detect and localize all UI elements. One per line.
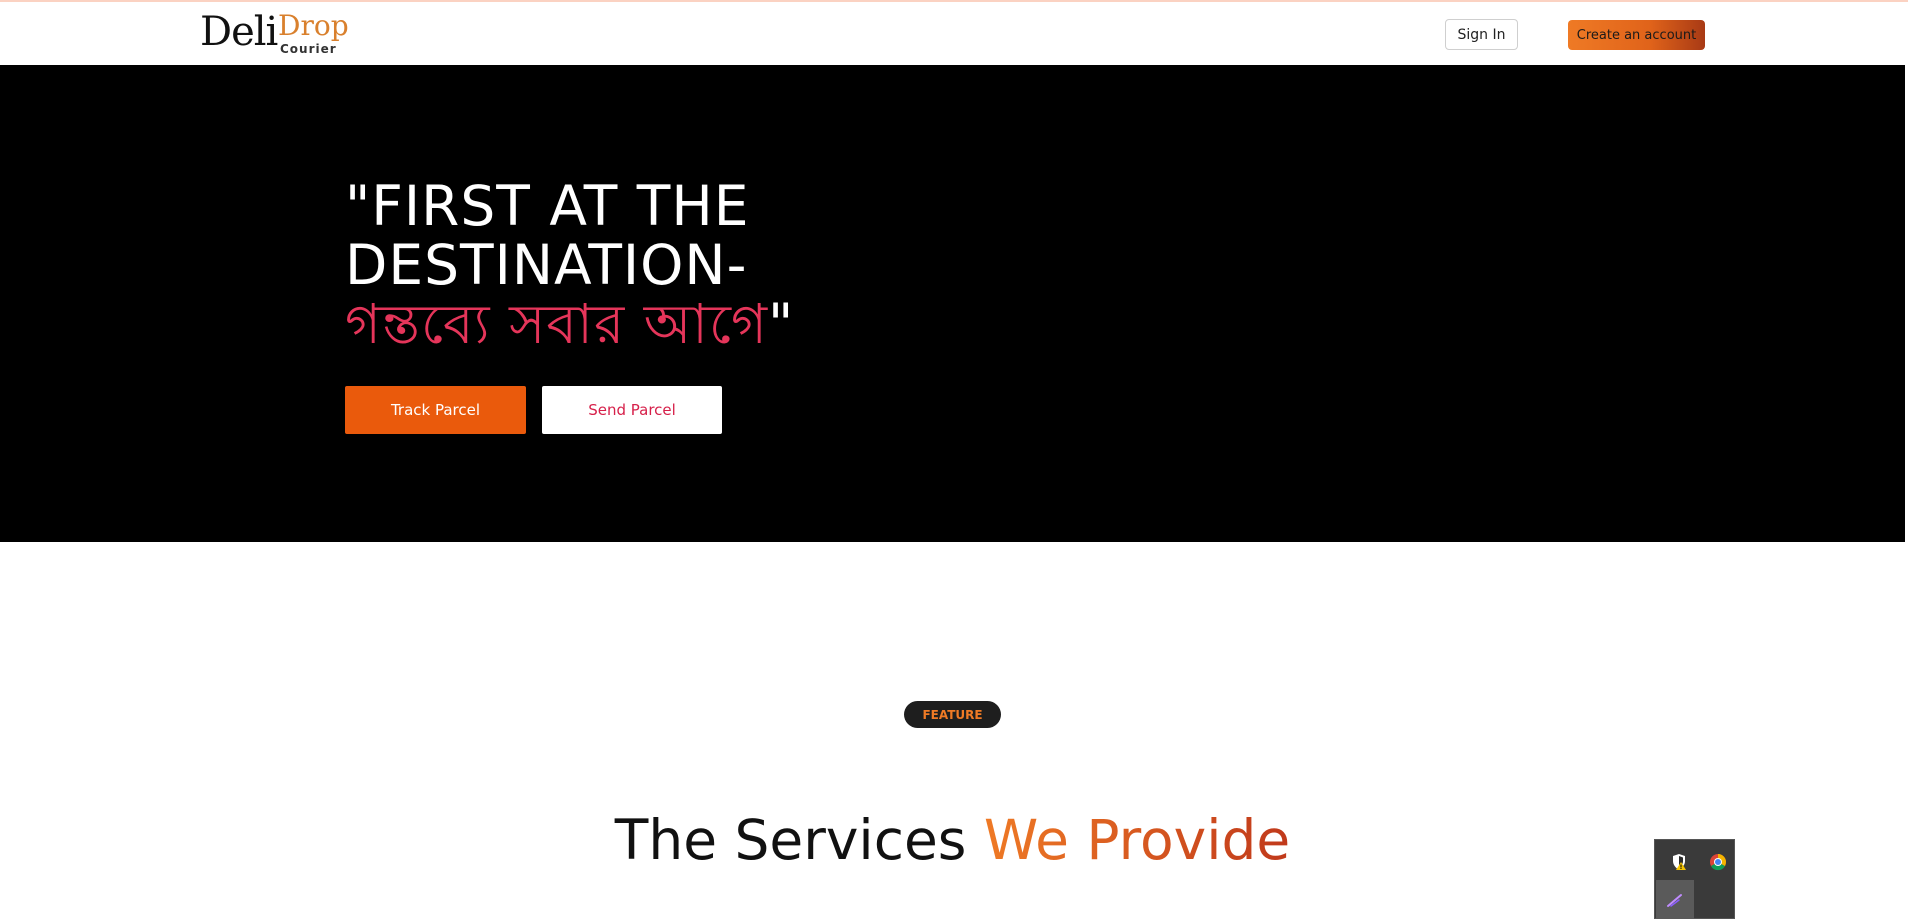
hero-title-bangla: গন্তব্যে সবার আগে xyxy=(345,292,769,356)
hero-title-line3: গন্তব্যে সবার আগে" xyxy=(345,295,1045,354)
hero-title-line2: DESTINATION- xyxy=(345,233,748,297)
hero-title: "FIRST AT THE DESTINATION- গন্তব্যে সবার… xyxy=(345,177,1045,354)
hero-section: "FIRST AT THE DESTINATION- গন্তব্যে সবার… xyxy=(0,65,1905,542)
chrome-icon[interactable] xyxy=(1708,852,1728,872)
security-warning-icon[interactable] xyxy=(1669,852,1689,872)
send-parcel-button[interactable]: Send Parcel xyxy=(542,386,722,434)
system-tray-popup xyxy=(1654,839,1735,919)
services-title: The Services We Provide xyxy=(0,805,1905,875)
navbar: Deli Drop Courier Sign In Create an acco… xyxy=(0,0,1908,65)
services-title-accent: We Provide xyxy=(983,808,1291,872)
page: Deli Drop Courier Sign In Create an acco… xyxy=(0,0,1908,919)
pen-icon[interactable] xyxy=(1656,880,1694,919)
hero-title-line1: "FIRST AT THE xyxy=(345,174,750,238)
create-account-button[interactable]: Create an account xyxy=(1568,20,1705,50)
logo[interactable]: Deli Drop Courier xyxy=(200,12,360,58)
track-parcel-button[interactable]: Track Parcel xyxy=(345,386,526,434)
services-title-plain: The Services xyxy=(614,808,984,872)
feature-badge: FEATURE xyxy=(904,701,1001,728)
logo-deli-text: Deli xyxy=(200,9,278,55)
logo-courier-text: Courier xyxy=(280,42,337,56)
logo-drop-text: Drop xyxy=(278,9,349,42)
hero-title-close-quote: " xyxy=(768,292,795,356)
sign-in-button[interactable]: Sign In xyxy=(1445,19,1518,50)
